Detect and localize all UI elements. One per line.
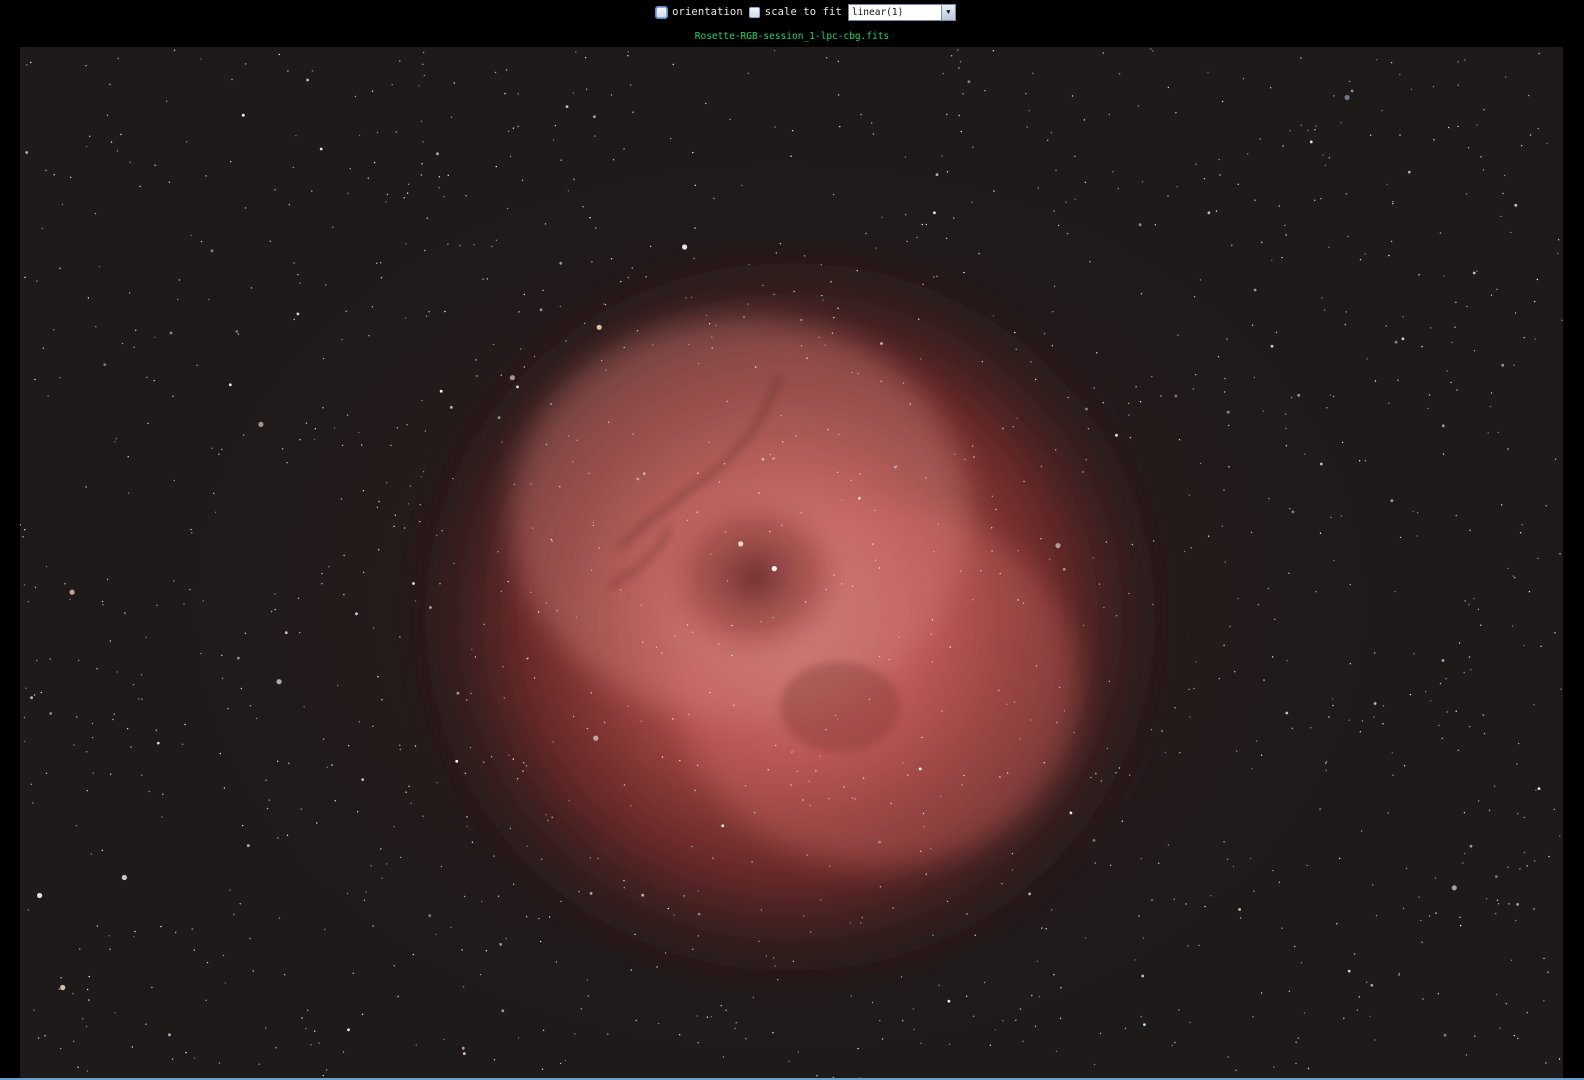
orientation-label: orientation <box>672 6 743 18</box>
chevron-down-icon[interactable]: ▼ <box>940 4 955 20</box>
scale-to-fit-label: scale to fit <box>764 6 842 18</box>
scale-to-fit-checkbox[interactable] <box>748 6 760 18</box>
nebula-image <box>20 47 1563 1080</box>
toolbar: orientation scale to fit linear(1) ▼ <box>0 0 1584 24</box>
fits-image-viewer[interactable] <box>20 47 1563 1080</box>
orientation-checkbox[interactable] <box>656 6 668 18</box>
stretch-select-value: linear(1) <box>851 6 904 18</box>
stretch-select[interactable]: linear(1) ▼ <box>847 3 956 21</box>
image-filename: Rosette-RGB-session_1-lpc-cbg.fits <box>694 31 890 42</box>
